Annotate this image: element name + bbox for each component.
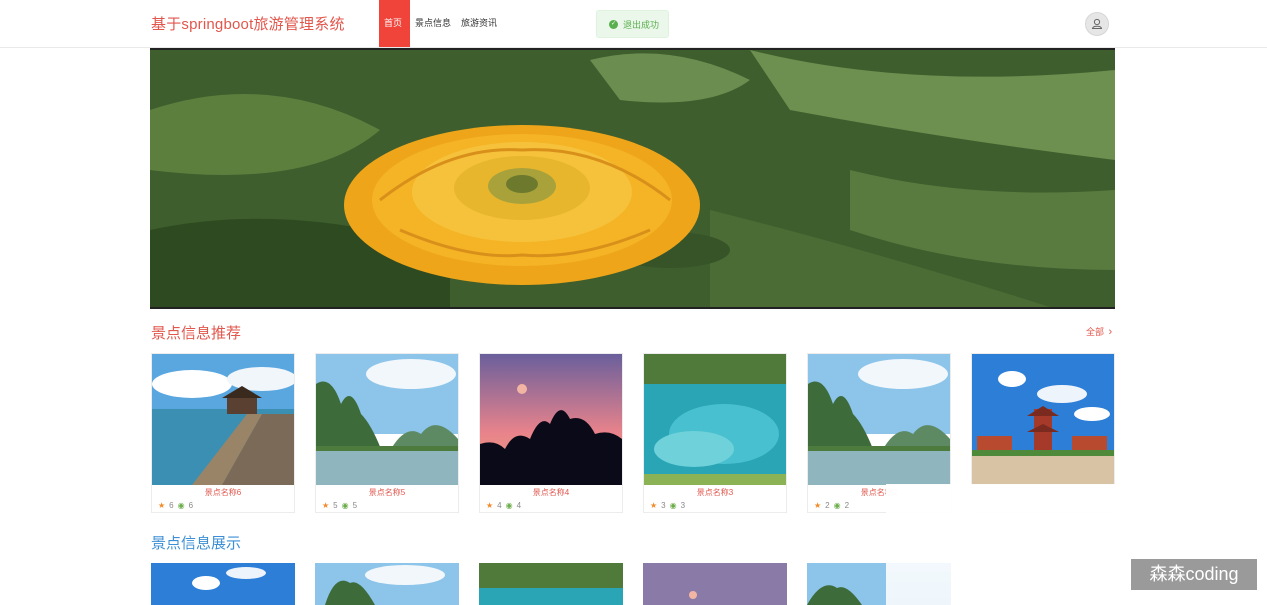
attraction-image [644,354,786,485]
views-count: 3 [680,501,686,510]
chevron-right-icon: › [1108,326,1113,338]
nav-item-news[interactable]: 旅游资讯 [456,0,502,47]
check-circle-icon: ✓ [609,19,618,29]
nav-item-attractions[interactable]: 景点信息 [410,0,456,47]
eye-icon: ◉ [177,501,185,510]
star-icon: ★ [158,501,166,510]
showcase-card[interactable] [479,563,623,605]
showcase-section-title: 景点信息展示 [151,535,242,552]
views-count: 5 [352,501,358,510]
likes-count: 2 [825,501,830,510]
attraction-name: 景点名称4 [532,488,570,497]
attraction-card[interactable]: 景点名称5 ★ 5 ◉ 5 [315,353,459,513]
likes-count: 5 [333,501,338,510]
attraction-stats: ★ 4 ◉ 4 [486,501,521,510]
attraction-card[interactable]: 景点名称4 ★ 4 ◉ 4 [479,353,623,513]
eye-icon: ◉ [341,501,349,510]
fade-overlay [886,484,1126,605]
attraction-image [316,354,458,485]
attraction-name: 景点名称5 [368,488,406,497]
eye-icon: ◉ [505,501,513,510]
attraction-card[interactable]: 景点名称3 ★ 3 ◉ 3 [643,353,787,513]
eye-icon: ◉ [669,501,677,510]
attraction-stats: ★ 3 ◉ 3 [650,501,685,510]
logout-success-toast: ✓ 退出成功 [596,10,669,38]
flower-image [150,50,1115,307]
nav-item-home[interactable]: 首页 [379,0,410,47]
top-header: 基于springboot旅游管理系统 首页 景点信息 旅游资讯 ✓ 退出成功 [0,0,1267,48]
attraction-card[interactable]: 景点名称6 ★ 6 ◉ 6 [151,353,295,513]
likes-count: 6 [169,501,174,510]
site-brand[interactable]: 基于springboot旅游管理系统 [151,13,345,34]
showcase-card[interactable] [643,563,787,605]
attraction-image [808,354,950,485]
attraction-image [152,354,294,485]
attraction-stats: ★ 6 ◉ 6 [158,501,193,510]
attraction-name: 景点名称3 [696,488,734,497]
showcase-card[interactable] [151,563,295,605]
view-all-label: 全部 [1086,327,1105,337]
attraction-name: 景点名称6 [204,488,242,497]
star-icon: ★ [486,501,494,510]
view-all-link[interactable]: 全部 › [1086,325,1112,338]
hero-banner[interactable] [150,48,1115,309]
recommend-section-title: 景点信息推荐 [151,325,242,342]
views-count: 6 [188,501,194,510]
eye-icon: ◉ [833,501,841,510]
likes-count: 4 [497,501,502,510]
toast-message: 退出成功 [623,19,660,30]
star-icon: ★ [322,501,330,510]
user-avatar[interactable] [1085,12,1109,36]
star-icon: ★ [650,501,658,510]
star-icon: ★ [814,501,822,510]
showcase-card[interactable] [315,563,459,605]
watermark-label: 森森coding [1131,559,1257,590]
views-count: 4 [516,501,522,510]
user-icon [1091,18,1103,29]
likes-count: 3 [661,501,666,510]
main-nav: 首页 景点信息 旅游资讯 [379,0,502,47]
attraction-stats: ★ 2 ◉ 2 [814,501,849,510]
views-count: 2 [844,501,850,510]
attraction-image [480,354,622,485]
attraction-stats: ★ 5 ◉ 5 [322,501,357,510]
attraction-image [972,354,1114,485]
